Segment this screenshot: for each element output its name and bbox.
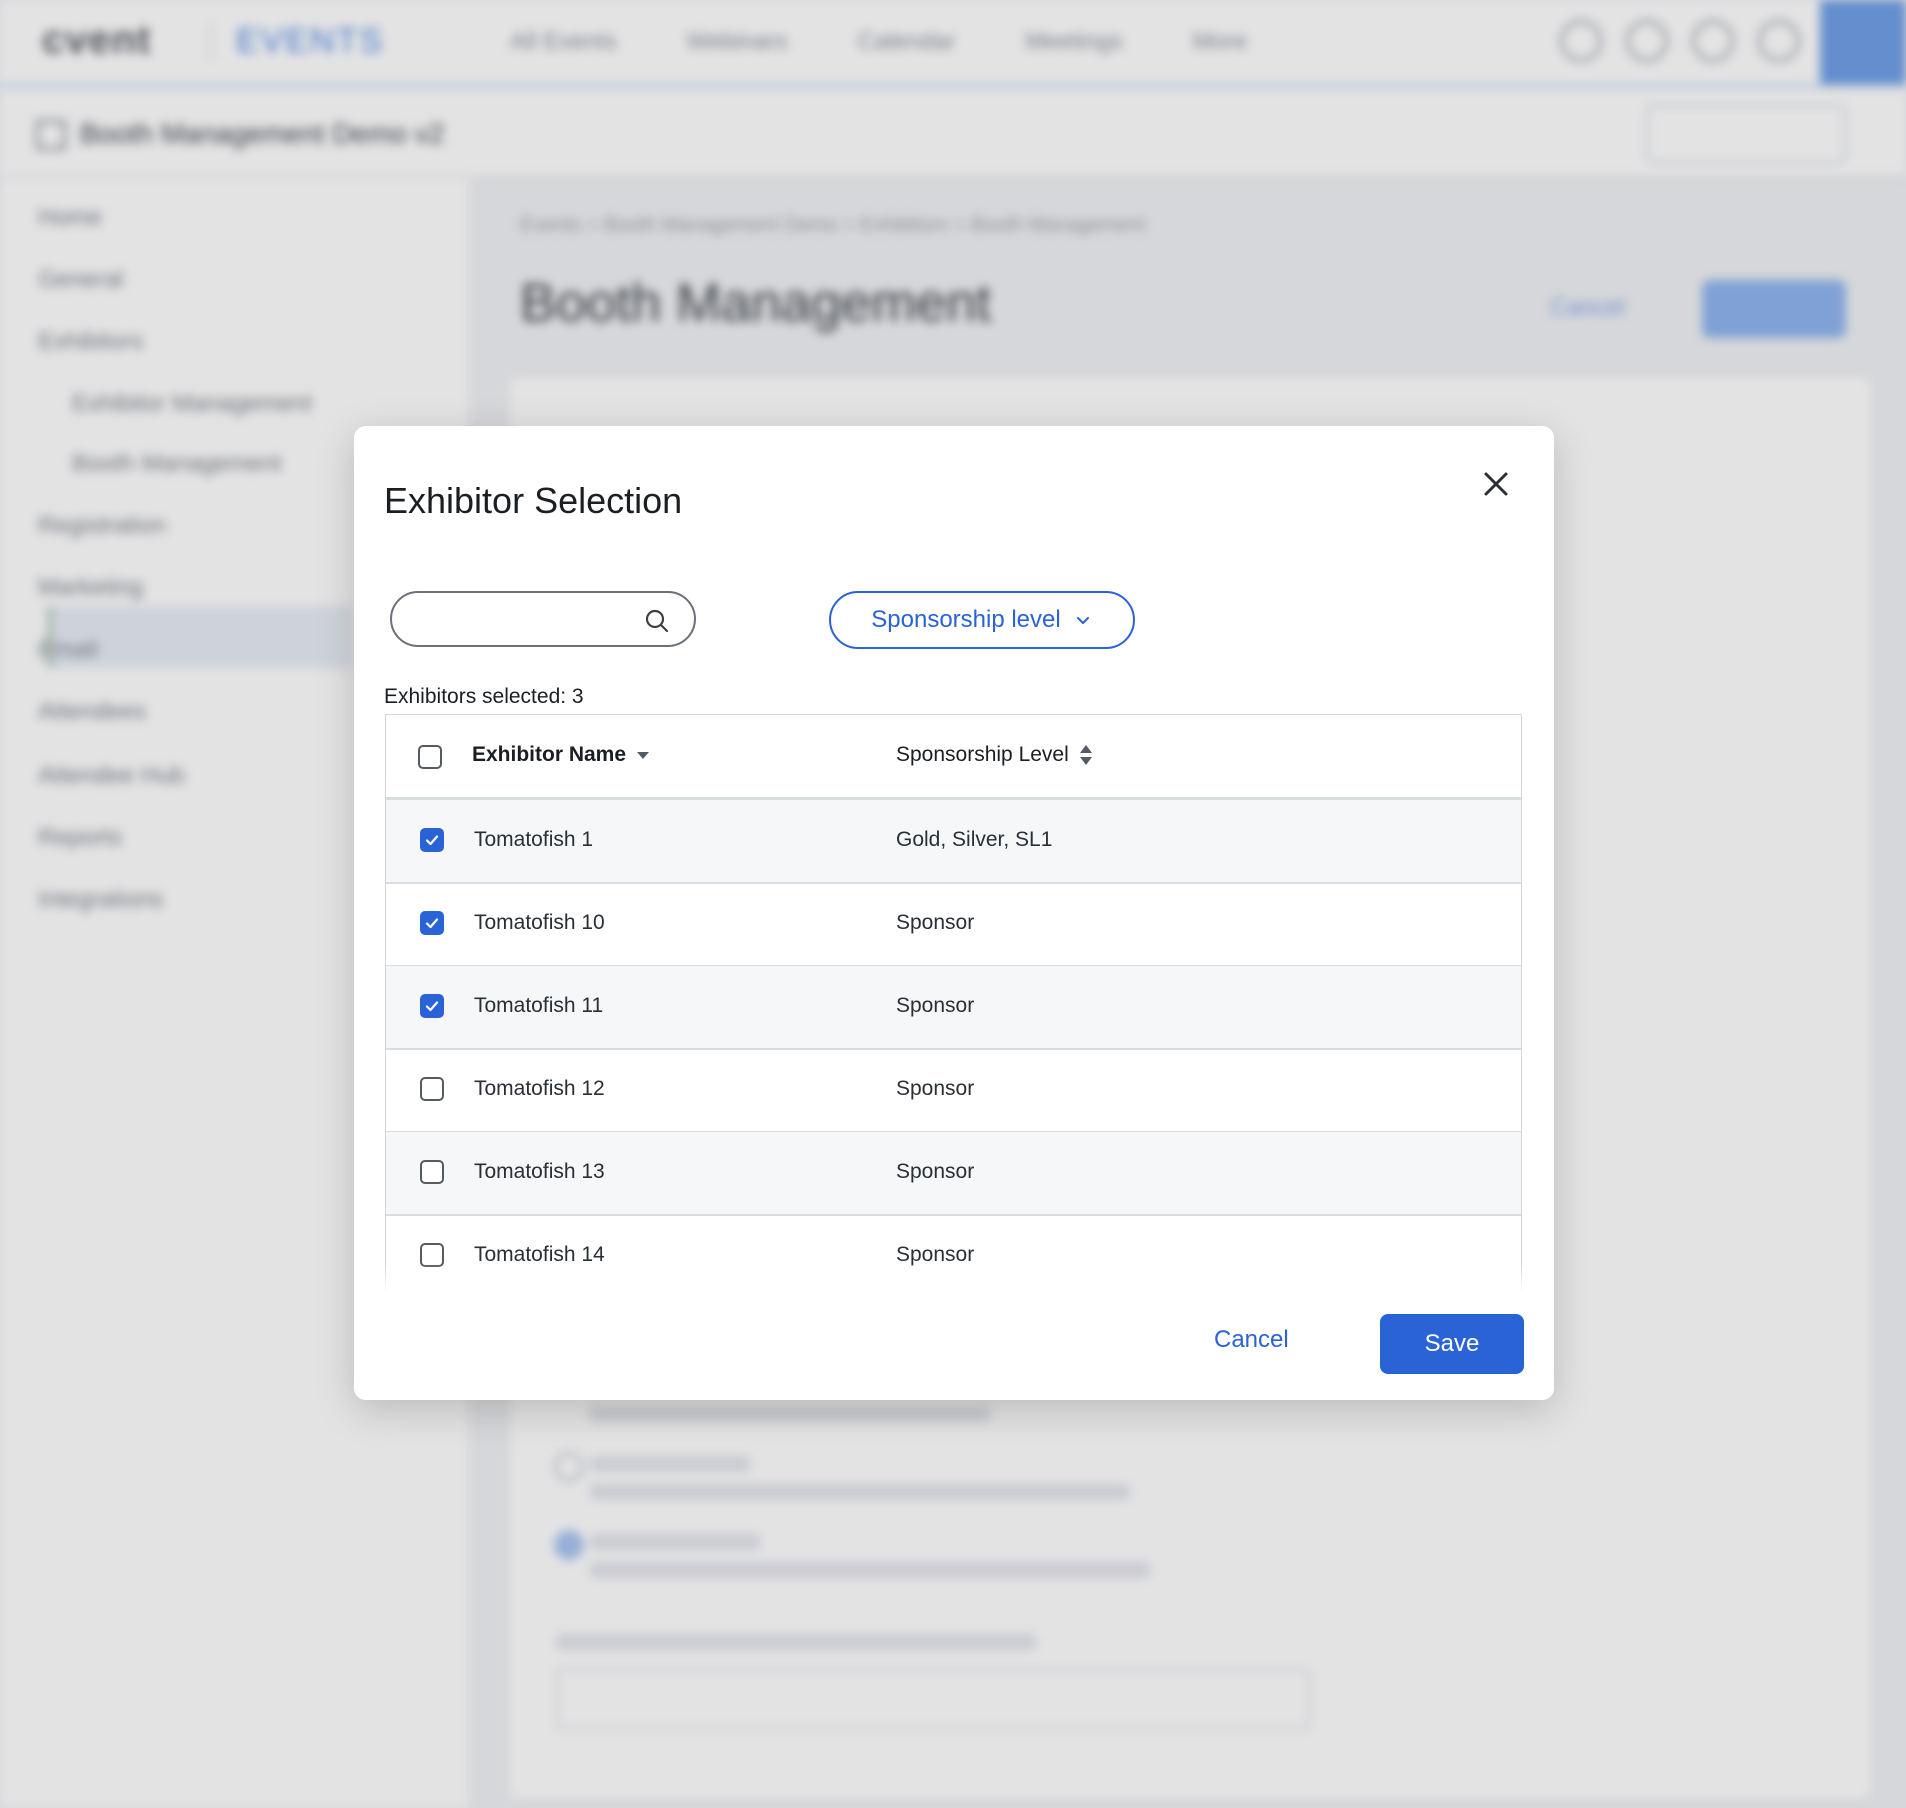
exhibitor-name-cell: Tomatofish 13 [474,1160,605,1183]
filter-label: Sponsorship level [871,606,1061,633]
select-all-checkbox[interactable] [418,745,442,769]
row-checkbox[interactable] [420,1160,444,1184]
column-header-label: Exhibitor Name [472,743,627,766]
sponsorship-level-cell: Sponsor [896,994,975,1017]
exhibitors-selected-count: Exhibitors selected: 3 [384,685,584,708]
search-input[interactable] [416,603,640,639]
table-row[interactable]: Tomatofish 12 Sponsor [386,1049,1521,1133]
sort-descending-icon [637,752,650,759]
column-header-label: Sponsorship Level [896,743,1069,766]
exhibitor-name-cell: Tomatofish 10 [474,911,605,934]
search-icon[interactable] [644,608,670,634]
row-checkbox[interactable] [420,1077,444,1101]
search-field[interactable] [390,591,696,647]
table-row[interactable]: Tomatofish 13 Sponsor [386,1132,1521,1216]
column-header-sponsorship-level[interactable]: Sponsorship Level [896,743,1093,767]
exhibitor-selection-modal: Exhibitor Selection Sponsorship level Ex… [354,426,1554,1400]
row-checkbox[interactable] [420,828,444,852]
save-button[interactable]: Save [1380,1314,1524,1374]
exhibitor-name-cell: Tomatofish 11 [474,994,604,1017]
row-checkbox[interactable] [420,994,444,1018]
close-button[interactable] [1472,460,1520,508]
sort-icon [1079,745,1092,765]
sponsorship-level-filter[interactable]: Sponsorship level [829,591,1135,649]
table-row[interactable]: Tomatofish 10 Sponsor [386,883,1521,967]
table-row[interactable]: Tomatofish 11 Sponsor [386,966,1521,1050]
table-header: Exhibitor Name Sponsorship Level [386,715,1521,800]
checkmark-icon [425,918,439,929]
column-header-exhibitor-name[interactable]: Exhibitor Name [472,743,650,767]
table-row[interactable]: Tomatofish 1 Gold, Silver, SL1 [386,800,1521,884]
sponsorship-level-cell: Sponsor [896,1160,975,1183]
checkmark-icon [425,835,439,846]
sponsorship-level-cell: Sponsor [896,1077,975,1100]
exhibitor-name-cell: Tomatofish 12 [474,1077,605,1100]
close-icon [1484,472,1508,496]
table-scroll-fade [354,1264,1554,1294]
checkmark-icon [425,1001,439,1012]
sponsorship-level-cell: Gold, Silver, SL1 [896,828,1053,851]
exhibitor-name-cell: Tomatofish 1 [474,828,594,851]
modal-footer: Cancel Save [354,1294,1554,1400]
row-checkbox[interactable] [420,911,444,935]
sponsorship-level-cell: Sponsor [896,911,975,934]
chevron-down-icon [1076,617,1089,624]
cancel-button[interactable]: Cancel [1214,1326,1289,1354]
modal-title: Exhibitor Selection [384,480,683,521]
